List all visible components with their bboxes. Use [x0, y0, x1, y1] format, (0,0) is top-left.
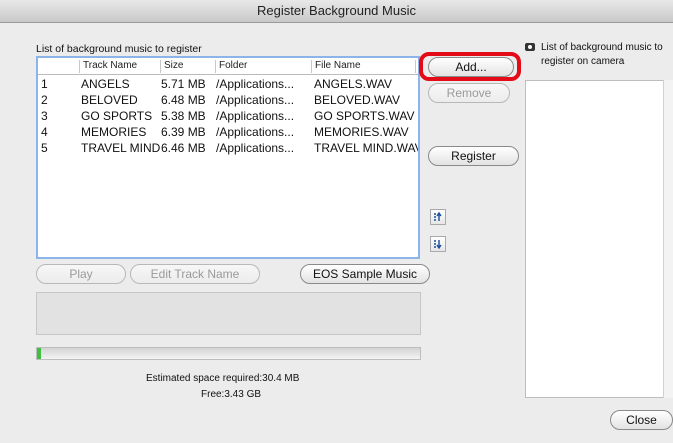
- table-row[interactable]: 2 BELOVED 6.48 MB /Applications... BELOV…: [38, 93, 418, 108]
- track-name: MEMORIES: [81, 125, 147, 139]
- eos-sample-music-button[interactable]: EOS Sample Music: [300, 264, 430, 284]
- folder-path: /Applications...: [216, 109, 295, 123]
- column-header-size[interactable]: Size: [161, 60, 216, 73]
- play-button[interactable]: Play: [36, 264, 126, 284]
- track-name: GO SPORTS: [81, 109, 153, 123]
- table-row[interactable]: 1 ANGELS 5.71 MB /Applications... ANGELS…: [38, 77, 418, 92]
- music-list[interactable]: Track Name Size Folder File Name 1 ANGEL…: [36, 56, 420, 259]
- folder-path: /Applications...: [216, 141, 295, 155]
- track-name: TRAVEL MIND: [81, 141, 161, 155]
- row-number: 4: [41, 125, 48, 139]
- list-header: Track Name Size Folder File Name: [38, 58, 418, 75]
- file-size: 6.46 MB: [161, 141, 206, 155]
- capacity-progress-fill: [37, 348, 41, 359]
- camera-music-list[interactable]: [525, 80, 673, 398]
- row-number: 2: [41, 93, 48, 107]
- register-background-music-window: Register Background Music List of backgr…: [0, 0, 673, 443]
- camera-list-title-line1: List of background music to: [541, 42, 663, 53]
- table-row[interactable]: 4 MEMORIES 6.39 MB /Applications... MEMO…: [38, 125, 418, 140]
- close-button[interactable]: Close: [610, 410, 673, 430]
- track-name: ANGELS: [81, 77, 130, 91]
- row-number: 3: [41, 109, 48, 123]
- folder-path: /Applications...: [216, 125, 295, 139]
- file-name: TRAVEL MIND.WAV: [314, 141, 418, 155]
- estimated-space-label: Estimated space required:30.4 MB: [146, 373, 300, 384]
- window-title: Register Background Music: [0, 0, 673, 23]
- folder-path: /Applications...: [216, 93, 295, 107]
- track-info-panel: [36, 292, 421, 335]
- edit-track-name-button[interactable]: Edit Track Name: [130, 264, 260, 284]
- file-size: 6.39 MB: [161, 125, 206, 139]
- row-number: 5: [41, 141, 48, 155]
- remove-button[interactable]: Remove: [428, 83, 510, 103]
- move-up-icon[interactable]: [430, 209, 446, 225]
- file-name: MEMORIES.WAV: [314, 125, 409, 139]
- file-size: 5.38 MB: [161, 109, 206, 123]
- table-row[interactable]: 5 TRAVEL MIND 6.46 MB /Applications... T…: [38, 141, 418, 156]
- file-size: 5.71 MB: [161, 77, 206, 91]
- column-header-folder[interactable]: Folder: [216, 60, 312, 73]
- row-number: 1: [41, 77, 48, 91]
- camera-list-title-line2: register on camera: [541, 56, 625, 67]
- free-space-label: Free:3.43 GB: [201, 389, 262, 400]
- capacity-progress-bar: [36, 347, 421, 360]
- folder-path: /Applications...: [216, 77, 295, 91]
- register-button[interactable]: Register: [428, 146, 519, 166]
- camera-list-scrollbar[interactable]: [663, 80, 673, 398]
- camera-icon: [525, 43, 535, 51]
- file-name: GO SPORTS.WAV: [314, 109, 415, 123]
- column-header-number[interactable]: [38, 60, 80, 73]
- column-header-track-name[interactable]: Track Name: [80, 60, 161, 73]
- move-down-icon[interactable]: [430, 236, 446, 252]
- column-header-file-name[interactable]: File Name: [312, 60, 416, 73]
- track-name: BELOVED: [81, 93, 138, 107]
- table-row[interactable]: 3 GO SPORTS 5.38 MB /Applications... GO …: [38, 109, 418, 124]
- file-name: ANGELS.WAV: [314, 77, 393, 91]
- file-name: BELOVED.WAV: [314, 93, 401, 107]
- list-title: List of background music to register: [36, 43, 202, 55]
- file-size: 6.48 MB: [161, 93, 206, 107]
- add-button-highlight: [419, 52, 521, 81]
